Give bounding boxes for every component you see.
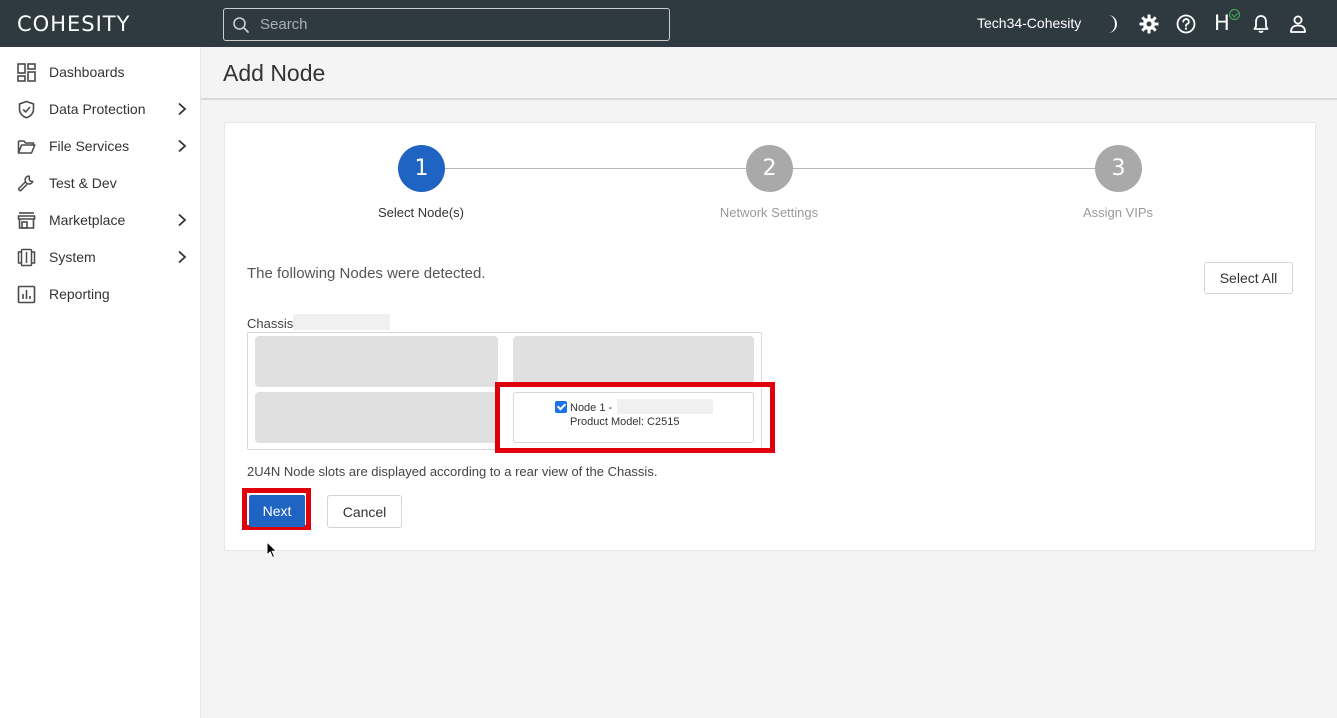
step-3-label: Assign VIPs [1082,205,1154,220]
dashboard-icon [17,63,36,82]
sidebar-item-label: Dashboards [49,64,125,80]
stepper-connector [444,168,746,169]
empty-node-slot [255,336,498,387]
next-button[interactable]: Next [249,495,305,527]
chevron-right-icon [178,102,187,116]
sidebar-item-label: Reporting [49,286,110,302]
sidebar-item-marketplace[interactable]: Marketplace [0,205,201,235]
top-bar: COHESITY Tech34-Cohesity [0,0,1337,47]
bell-icon[interactable] [1250,13,1272,35]
chevron-right-icon [178,139,187,153]
chevron-right-icon [178,250,187,264]
node-highlight-box [495,382,775,453]
sidebar-item-system[interactable]: System [0,242,201,272]
report-icon [17,285,36,304]
sidebar-item-data-protection[interactable]: Data Protection [0,94,201,124]
sidebar: Dashboards Data Protection File Services… [0,47,201,718]
sidebar-item-label: Marketplace [49,212,126,228]
step-2-label: Network Settings [719,205,819,220]
step-1-label: Select Node(s) [378,205,464,220]
search-input[interactable] [260,9,660,40]
user-icon[interactable] [1287,13,1309,35]
sidebar-item-label: Data Protection [49,101,146,117]
wrench-icon [18,175,34,192]
step-1-circle: 1 [398,145,445,192]
empty-node-slot [513,336,754,387]
redacted-chassis-id [293,314,390,330]
store-icon [17,212,36,229]
helios-button[interactable]: H [1214,11,1230,35]
chassis-note: 2U4N Node slots are displayed according … [247,464,658,479]
select-all-button[interactable]: Select All [1204,262,1293,294]
search-box[interactable] [223,8,670,41]
helios-connected-icon [1229,9,1240,20]
sidebar-item-dashboards[interactable]: Dashboards [0,57,201,87]
dark-mode-icon[interactable] [1100,13,1122,35]
gear-icon[interactable] [1138,13,1160,35]
chevron-right-icon [178,213,187,227]
help-icon[interactable] [1175,13,1197,35]
shield-icon [18,100,35,119]
stepper-connector [793,168,1095,169]
step-3-circle: 3 [1095,145,1142,192]
sidebar-item-file-services[interactable]: File Services [0,131,201,161]
chassis-label: Chassis [247,316,294,331]
server-icon [17,248,36,267]
sidebar-item-test-dev[interactable]: Test & Dev [0,168,201,198]
page-title: Add Node [223,60,326,86]
detected-nodes-text: The following Nodes were detected. [247,265,486,282]
sidebar-item-label: File Services [49,138,130,154]
cluster-selector[interactable]: Tech34-Cohesity [977,15,1081,31]
cancel-button[interactable]: Cancel [327,495,402,528]
folder-icon [17,140,36,154]
search-icon [233,17,249,33]
page-header: Add Node [201,47,1337,100]
sidebar-item-label: Test & Dev [49,175,117,191]
step-2-circle: 2 [746,145,793,192]
sidebar-item-label: System [49,249,96,265]
cohesity-logo[interactable]: COHESITY [17,12,130,36]
mouse-cursor-icon [266,541,278,559]
empty-node-slot [255,392,498,443]
sidebar-item-reporting[interactable]: Reporting [0,279,201,309]
